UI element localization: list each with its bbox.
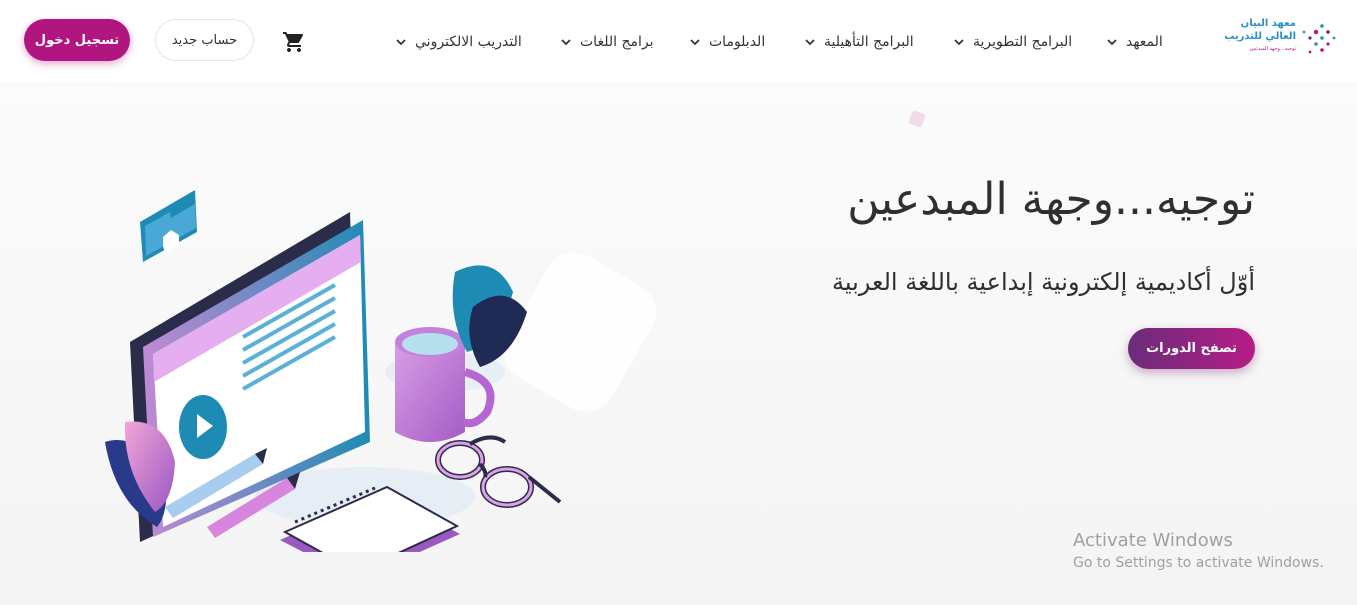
nav-item-qualifying[interactable]: البرامج التأهيلية [804,30,914,54]
nav-item-institute[interactable]: المعهد [1106,30,1163,54]
site-logo[interactable]: معهد البيان العالي للتدريب توجيه...وجهة … [1218,12,1336,62]
nav-label: المعهد [1126,34,1163,50]
nav-label: الدبلومات [709,34,766,50]
nav-item-diplomas[interactable]: الدبلومات [689,30,765,54]
chevron-down-icon [954,39,964,46]
chevron-down-icon [396,39,406,46]
hero-section: توجيه...وجهة المبدعين أوّل أكاديمية إلكت… [0,82,1357,605]
decor-shape [908,110,926,128]
nav-item-languages[interactable]: برامج اللغات [560,30,654,54]
nav-label: البرامج التطويرية [973,34,1073,50]
logo-tagline: توجيه...وجهة المبدعين [1250,46,1297,52]
nav-label: البرامج التأهيلية [824,34,914,50]
hero-title: توجيه...وجهة المبدعين [847,174,1255,225]
chevron-down-icon [805,39,815,46]
hero-illustration [105,190,562,552]
chevron-down-icon [561,39,571,46]
chevron-down-icon [1107,39,1117,46]
nav-item-elearning[interactable]: التدريب الالكتروني [395,30,522,54]
logo-line1: معهد البيان [1241,18,1296,29]
browse-courses-button[interactable]: تصفح الدورات [1128,328,1255,369]
hero-subtitle: أوّل أكاديمية إلكترونية إبداعية باللغة ا… [831,268,1255,296]
site-header: تسجيل دخول حساب جديد التدريب الالكتروني … [0,0,1357,82]
logo-mark-icon [1302,24,1336,54]
nav-item-developmental[interactable]: البرامج التطويرية [953,30,1072,54]
logo-line2: العالي للتدريب [1224,31,1296,42]
main-nav: التدريب الالكتروني برامج اللغات الدبلوما… [0,30,1357,54]
folder-icon [140,190,197,262]
nav-label: برامج اللغات [580,34,654,50]
chevron-down-icon [690,39,700,46]
nav-label: التدريب الالكتروني [415,34,522,50]
